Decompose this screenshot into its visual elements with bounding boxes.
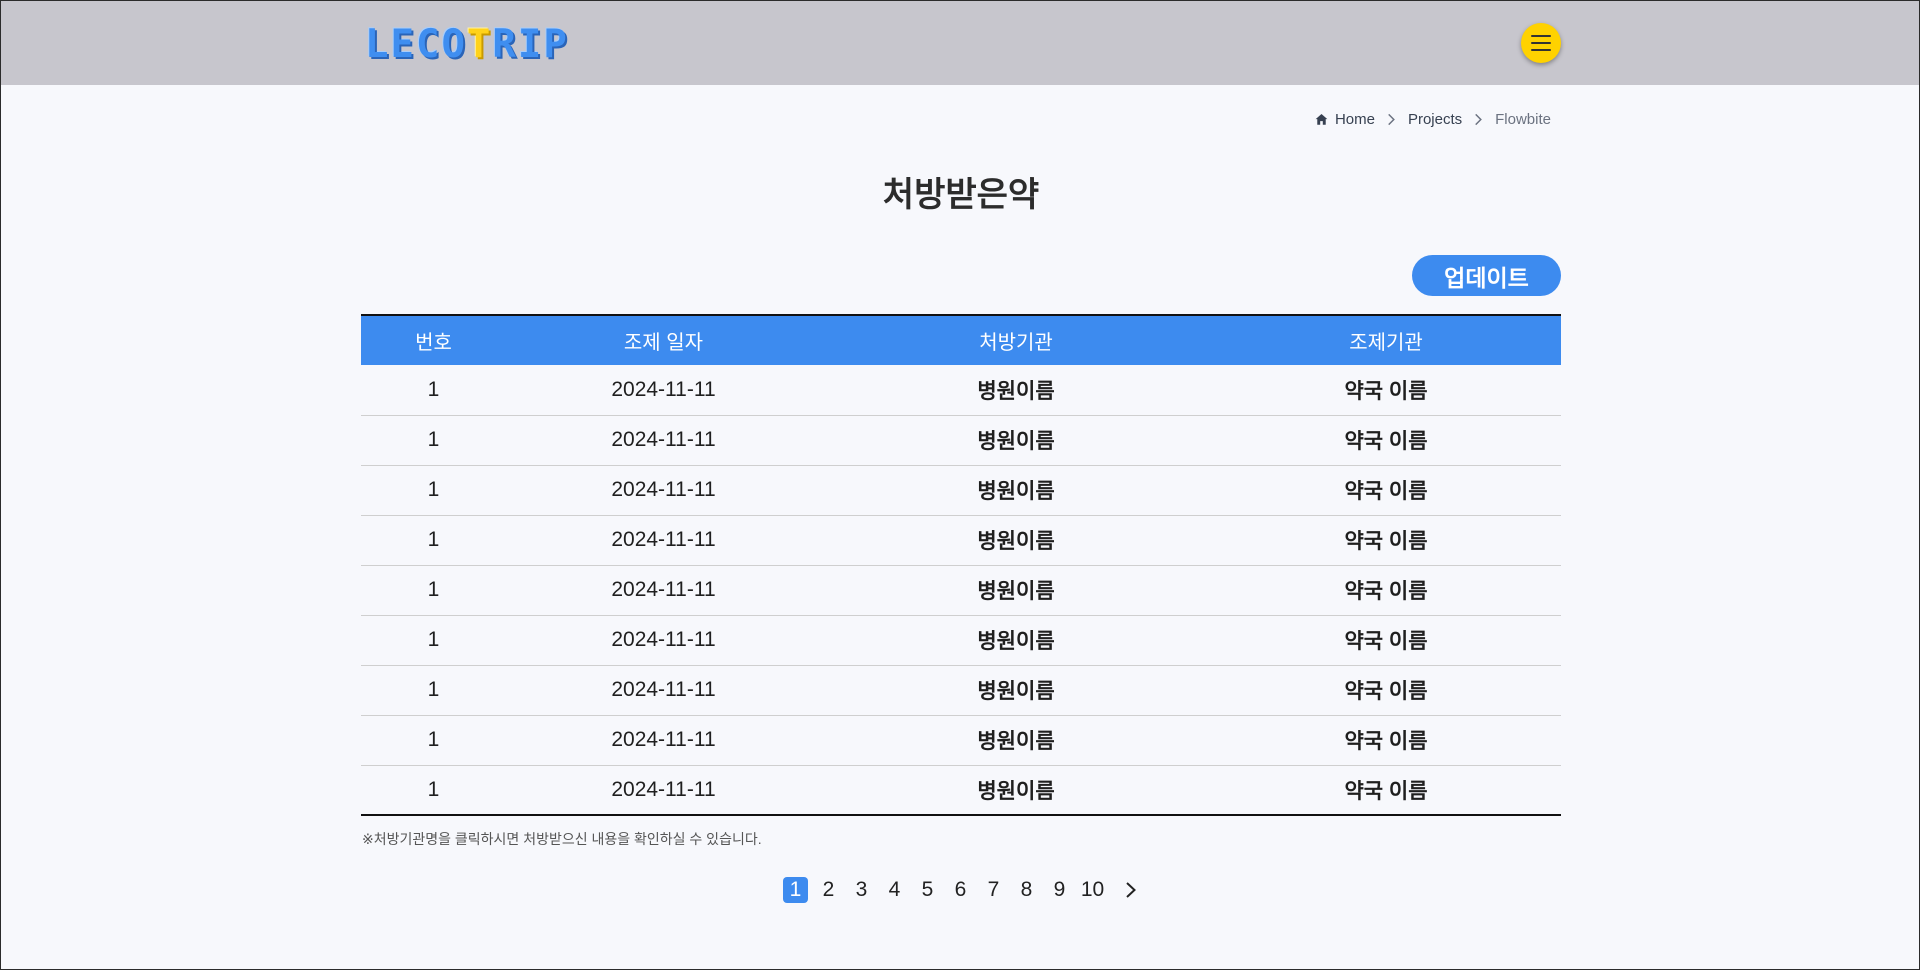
row-date: 2024-11-11	[611, 777, 716, 801]
breadcrumb-projects[interactable]: Projects	[1408, 111, 1462, 128]
table-note: ※처방기관명을 클릭하시면 처방받으신 내용을 확인하실 수 있습니다.	[362, 831, 762, 847]
page-4-button[interactable]: 4	[878, 877, 911, 903]
table-row: 1 2024-11-11 병원이름 약국 이름	[361, 765, 1561, 815]
row-date: 2024-11-11	[506, 415, 821, 466]
row-date: 2024-11-11	[506, 365, 821, 416]
logo-text-b: RIP	[492, 21, 569, 67]
row-number: 1	[361, 415, 506, 466]
hamburger-icon-bar	[1531, 35, 1551, 37]
row-number: 1	[361, 365, 506, 416]
breadcrumb: Home Projects Flowbite	[1315, 109, 1551, 129]
hamburger-menu-button[interactable]	[1521, 23, 1561, 63]
table-row: 1 2024-11-11 병원이름 약국 이름	[361, 565, 1561, 616]
next-page-button[interactable]	[1119, 877, 1143, 903]
row-number: 1	[361, 665, 506, 716]
row-pharmacy: 약국 이름	[1211, 665, 1561, 716]
top-header: LECO T RIP	[1, 1, 1919, 85]
row-pharmacy: 약국 이름	[1344, 779, 1428, 803]
row-hospital-link[interactable]: 병원이름	[821, 665, 1211, 716]
chevron-right-icon	[1475, 113, 1483, 125]
table-row: 1 2024-11-11 병원이름 약국 이름	[361, 615, 1561, 666]
row-pharmacy: 약국 이름	[1211, 415, 1561, 466]
home-icon	[1315, 113, 1328, 125]
column-header-pharmacy: 조제기관	[1211, 315, 1561, 365]
row-date: 2024-11-11	[506, 665, 821, 716]
row-date: 2024-11-11	[506, 515, 821, 566]
column-header-hospital: 처방기관	[821, 315, 1211, 365]
breadcrumb-current: Flowbite	[1495, 110, 1551, 128]
row-hospital-link[interactable]: 병원이름	[821, 465, 1211, 516]
row-pharmacy: 약국 이름	[1211, 515, 1561, 566]
row-hospital-link[interactable]: 병원이름	[821, 515, 1211, 566]
row-date: 2024-11-11	[506, 565, 821, 616]
row-hospital-link[interactable]: 병원이름	[821, 565, 1211, 616]
column-header-date: 조제 일자	[506, 315, 821, 365]
table-header-row: 번호 조제 일자 처방기관 조제기관	[361, 315, 1561, 365]
hamburger-icon-bar	[1531, 49, 1551, 51]
row-number: 1	[427, 777, 440, 801]
row-number: 1	[361, 465, 506, 516]
row-number: 1	[361, 715, 506, 766]
page-6-button[interactable]: 6	[944, 877, 977, 903]
page-5-button[interactable]: 5	[911, 877, 944, 903]
page-8-button[interactable]: 8	[1010, 877, 1043, 903]
table-row: 1 2024-11-11 병원이름 약국 이름	[361, 715, 1561, 766]
row-hospital-link[interactable]: 병원이름	[821, 765, 1211, 815]
row-date: 2024-11-11	[506, 615, 821, 666]
chevron-right-icon	[1126, 882, 1136, 898]
hamburger-icon-bar	[1531, 42, 1551, 44]
row-pharmacy: 약국 이름	[1211, 465, 1561, 516]
row-hospital-link[interactable]: 병원이름	[821, 615, 1211, 666]
row-number: 1	[361, 515, 506, 566]
table-row: 1 2024-11-11 병원이름 약국 이름	[361, 365, 1561, 416]
page-2-button[interactable]: 2	[812, 877, 845, 903]
table-row: 1 2024-11-11 병원이름 약국 이름	[361, 465, 1561, 516]
row-pharmacy: 약국 이름	[1211, 715, 1561, 766]
pagination: 1 2 3 4 5 6 7 8 9 10	[1, 877, 1920, 903]
row-pharmacy: 약국 이름	[1211, 565, 1561, 616]
row-pharmacy: 약국 이름	[1211, 365, 1561, 416]
row-hospital-link[interactable]: 병원이름	[821, 715, 1211, 766]
lecotrip-logo[interactable]: LECO T RIP	[365, 21, 569, 67]
page-1-button[interactable]: 1	[783, 877, 808, 903]
breadcrumb-home[interactable]: Home	[1315, 111, 1375, 128]
row-number: 1	[361, 565, 506, 616]
page-3-button[interactable]: 3	[845, 877, 878, 903]
page-7-button[interactable]: 7	[977, 877, 1010, 903]
table-row: 1 2024-11-11 병원이름 약국 이름	[361, 665, 1561, 716]
breadcrumb-home-label: Home	[1334, 110, 1375, 128]
row-hospital-link[interactable]: 병원이름	[821, 365, 1211, 416]
logo-text-highlight: T	[466, 21, 493, 67]
breadcrumb-projects-label: Projects	[1407, 110, 1463, 128]
row-pharmacy: 약국 이름	[1211, 615, 1561, 666]
update-button[interactable]: 업데이트	[1412, 255, 1561, 296]
row-date: 2024-11-11	[506, 715, 821, 766]
table-row: 1 2024-11-11 병원이름 약국 이름	[361, 515, 1561, 566]
chevron-right-icon	[1388, 113, 1395, 125]
row-date: 2024-11-11	[506, 465, 821, 516]
logo-text-a: LECO	[365, 21, 467, 67]
page-10-button[interactable]: 10	[1076, 877, 1109, 903]
table-row: 1 2024-11-11 병원이름 약국 이름	[361, 415, 1561, 466]
row-number: 1	[361, 615, 506, 666]
page-9-button[interactable]: 9	[1043, 877, 1076, 903]
column-header-number: 번호	[361, 315, 506, 365]
row-hospital-link[interactable]: 병원이름	[821, 415, 1211, 466]
page-title: 처방받은약	[882, 176, 1040, 214]
prescription-table: 번호 조제 일자 처방기관 조제기관 1 2024-11-11 병원이름 약국 …	[361, 314, 1561, 816]
